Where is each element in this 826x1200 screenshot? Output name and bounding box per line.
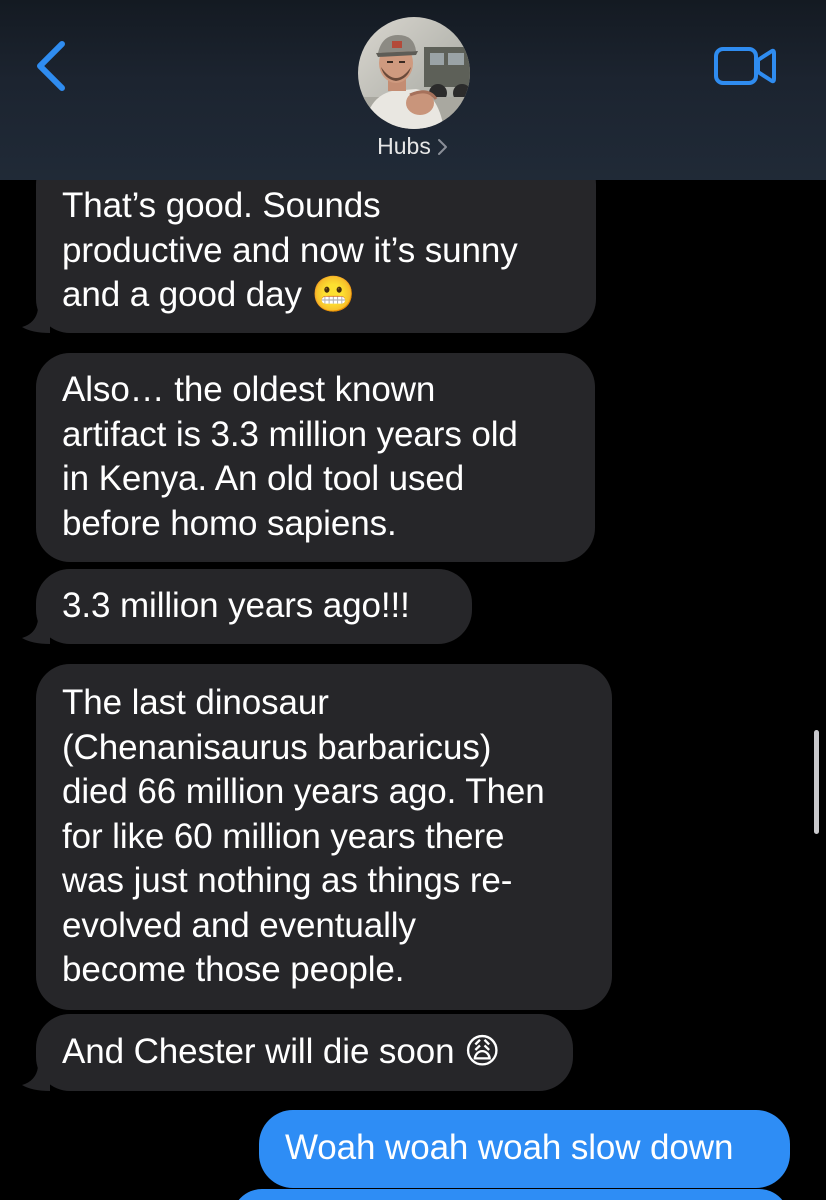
- message-bubble-incoming[interactable]: Also… the oldest known artifact is 3.3 m…: [36, 353, 595, 562]
- avatar[interactable]: [358, 17, 470, 129]
- messages-screen: That’s good. Sounds productive and now i…: [0, 0, 826, 1200]
- message-bubble-outgoing-partial[interactable]: [232, 1189, 789, 1200]
- bubble-tail: [22, 309, 50, 333]
- chevron-left-icon: [37, 41, 65, 91]
- message-bubble-incoming[interactable]: And Chester will die soon 😩: [36, 1014, 573, 1091]
- contact-photo: [358, 17, 470, 129]
- message-bubble-incoming[interactable]: 3.3 million years ago!!!: [36, 569, 472, 644]
- back-button[interactable]: [28, 36, 78, 96]
- facetime-video-button[interactable]: [712, 44, 778, 88]
- video-camera-icon: [714, 47, 776, 85]
- conversation-header: Hubs: [0, 0, 826, 180]
- scrollbar-thumb[interactable]: [814, 730, 819, 834]
- message-bubble-outgoing[interactable]: Woah woah woah slow down: [259, 1110, 790, 1188]
- chevron-right-icon: [437, 130, 449, 166]
- bubble-tail: [22, 620, 50, 644]
- bubble-tail: [22, 1067, 50, 1091]
- message-bubble-incoming[interactable]: The last dinosaur (Chenanisaurus barbari…: [36, 664, 612, 1010]
- contact-name-button[interactable]: Hubs: [0, 128, 826, 164]
- contact-name: Hubs: [377, 133, 431, 159]
